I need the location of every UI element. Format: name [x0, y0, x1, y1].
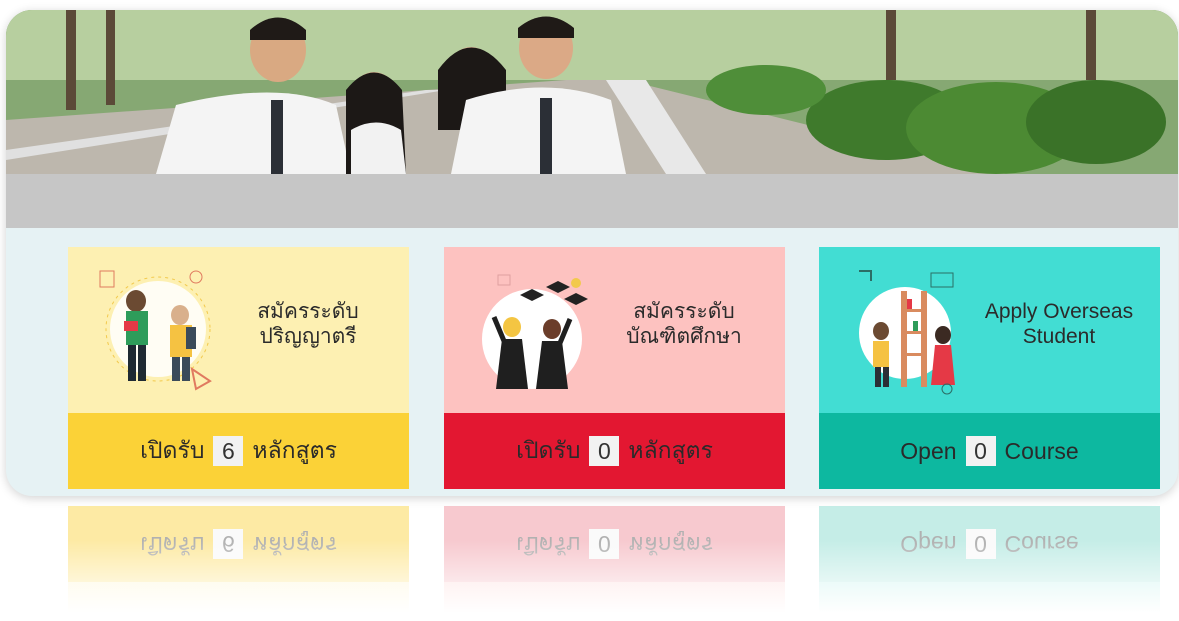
undergrad-card-top: สมัครระดับ ปริญญาตรี: [68, 247, 409, 413]
overseas-title-line1: Apply Overseas: [984, 300, 1134, 323]
undergrad-suffix: หลักสูตร: [252, 437, 337, 463]
graduate-course-count: 0: [589, 436, 620, 466]
undergrad-prefix: เปิดรับ: [140, 437, 205, 463]
overseas-card-top: Apply Overseas Student: [819, 247, 1160, 413]
graduate-title-line1: สมัครระดับ: [633, 300, 735, 323]
graduate-card-footer[interactable]: เปิดรับ 0 หลักสูตร: [444, 413, 785, 489]
graduate-card-top: สมัครระดับ บัณฑิตศึกษา: [444, 247, 785, 413]
graduate-card[interactable]: สมัครระดับ บัณฑิตศึกษา เปิดรับ 0 หลักสูต…: [444, 247, 785, 489]
graduate-suffix: หลักสูตร: [628, 437, 713, 463]
students-books-icon: [99, 270, 212, 391]
overseas-suffix: Course: [1004, 437, 1079, 464]
overseas-title-line2: Student: [1022, 325, 1096, 348]
reflection-fade: [0, 540, 1179, 621]
overseas-card-title: Apply Overseas Student: [969, 299, 1149, 349]
overseas-card[interactable]: Apply Overseas Student Open 0 Course: [819, 247, 1160, 489]
undergrad-card[interactable]: สมัครระดับ ปริญญาตรี เปิดรับ 6 หลักสูตร: [68, 247, 409, 489]
undergrad-card-footer[interactable]: เปิดรับ 6 หลักสูตร: [68, 413, 409, 489]
undergrad-title-line2: ปริญญาตรี: [259, 325, 357, 348]
graduate-title-line2: บัณฑิตศึกษา: [626, 325, 742, 348]
undergrad-course-count: 6: [213, 436, 244, 466]
graduate-prefix: เปิดรับ: [516, 437, 581, 463]
overseas-card-footer[interactable]: Open 0 Course: [819, 413, 1160, 489]
graduate-card-title: สมัครระดับ บัณฑิตศึกษา: [594, 299, 774, 349]
undergrad-card-title: สมัครระดับ ปริญญาตรี: [218, 299, 398, 349]
overseas-library-icon: [859, 270, 955, 395]
undergrad-title-line1: สมัครระดับ: [257, 300, 359, 323]
overseas-prefix: Open: [900, 437, 957, 464]
overseas-course-count: 0: [965, 436, 996, 466]
graduates-caps-icon: [482, 274, 588, 389]
